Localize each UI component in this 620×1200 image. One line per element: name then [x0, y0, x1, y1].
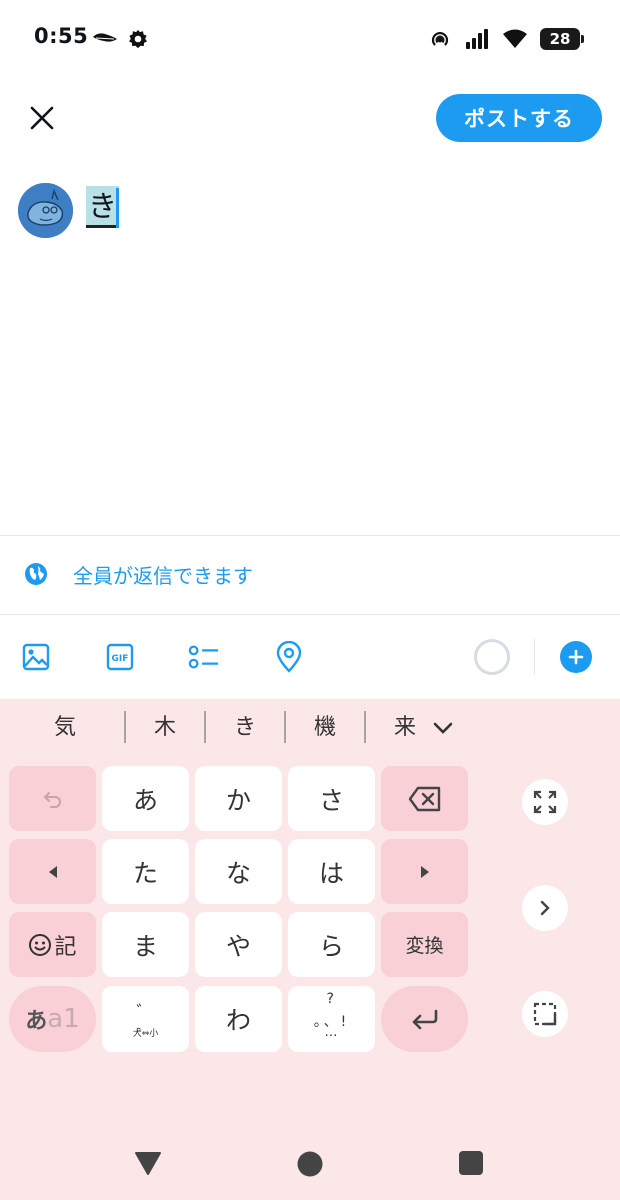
back-nav-icon[interactable]: [134, 1150, 162, 1176]
chevron-right-icon: [540, 900, 550, 916]
avatar[interactable]: [18, 183, 73, 238]
avatar-image: [18, 183, 73, 238]
convert-key[interactable]: 変換: [381, 912, 468, 977]
key-sa[interactable]: さ: [288, 766, 375, 831]
text-caret: [116, 188, 119, 228]
gif-icon: GIF: [106, 643, 134, 671]
gear-icon: [129, 29, 147, 49]
add-post-button[interactable]: [560, 641, 592, 673]
add-post-icon: [568, 649, 584, 665]
post-button[interactable]: ポストする: [436, 94, 602, 142]
key-ta[interactable]: た: [102, 839, 189, 904]
location-button[interactable]: [273, 641, 305, 673]
punct-ellipsis: …: [324, 1025, 338, 1040]
expand-icon: [533, 790, 557, 814]
globe-icon: [25, 563, 47, 585]
candidate-item[interactable]: 気: [25, 711, 105, 745]
dakuten-key[interactable]: ゛ ゜ 大⇔小: [102, 986, 189, 1052]
recents-nav-icon[interactable]: [458, 1150, 484, 1176]
app-notification-icon: [93, 33, 117, 42]
fullscreen-button[interactable]: [522, 779, 568, 825]
status-icons: 28: [428, 26, 584, 52]
size-toggle-label: 大⇔小: [132, 1029, 159, 1039]
battery-icon: 28: [540, 28, 584, 50]
enter-icon: [412, 1009, 437, 1030]
gif-button[interactable]: GIF: [104, 641, 136, 673]
next-button[interactable]: [522, 885, 568, 931]
selection-icon: [533, 1002, 557, 1026]
cursor-left-key[interactable]: [9, 839, 96, 904]
compose-toolbar: GIF: [0, 615, 620, 699]
key-na[interactable]: な: [195, 839, 282, 904]
punctuation-key[interactable]: ? 。、! …: [288, 986, 375, 1052]
punctuation-label: ? 。、! …: [307, 991, 357, 1047]
key-ka[interactable]: か: [195, 766, 282, 831]
reply-settings-label: 全員が返信できます: [73, 564, 253, 588]
mode-label-alnum: a1: [47, 1004, 80, 1034]
poll-icon: [188, 645, 219, 669]
key-ya[interactable]: や: [195, 912, 282, 977]
undo-key[interactable]: [9, 766, 96, 831]
right-arrow-icon: [420, 865, 429, 878]
status-time: 0:55: [34, 24, 89, 48]
left-arrow-icon: [48, 865, 57, 878]
undo-icon: [43, 791, 61, 808]
emoji-icon: [29, 933, 52, 956]
selection-button[interactable]: [522, 991, 568, 1037]
image-button[interactable]: [20, 641, 52, 673]
status-bar: 0:55 28: [0, 0, 620, 76]
backspace-icon: [408, 786, 440, 811]
input-mode-key[interactable]: あ a1: [9, 986, 96, 1052]
mode-label-kana: あ: [25, 1009, 48, 1034]
key-ma[interactable]: ま: [102, 912, 189, 977]
close-icon: [30, 106, 54, 130]
candidate-item[interactable]: 木: [125, 711, 205, 745]
dakuten-label: ゛ ゜ 大⇔小: [126, 996, 166, 1045]
character-count-ring: [474, 639, 510, 675]
key-wa[interactable]: わ: [195, 986, 282, 1052]
battery-level: 28: [549, 30, 571, 48]
compose-text-input[interactable]: き: [86, 186, 120, 228]
poll-button[interactable]: [188, 641, 220, 673]
emoji-kigo-key[interactable]: 記: [9, 912, 96, 977]
gif-label: GIF: [112, 654, 129, 664]
key-ra[interactable]: ら: [288, 912, 375, 977]
home-nav-icon[interactable]: [296, 1150, 324, 1178]
candidate-item[interactable]: き: [205, 711, 285, 745]
hotspot-icon: [431, 32, 449, 46]
candidate-item[interactable]: 機: [285, 711, 365, 745]
wifi-icon: [503, 29, 527, 48]
cursor-right-key[interactable]: [381, 839, 468, 904]
candidate-bar: 気 木 き 機 来: [0, 699, 620, 759]
enter-key[interactable]: [381, 986, 468, 1052]
chevron-down-icon[interactable]: [428, 713, 458, 743]
cell-signal-icon: [466, 29, 488, 49]
backspace-key[interactable]: [381, 766, 468, 831]
location-icon: [276, 641, 302, 673]
kigo-label: 記: [54, 934, 77, 960]
key-a[interactable]: あ: [102, 766, 189, 831]
image-icon: [22, 643, 50, 671]
close-button[interactable]: [22, 98, 62, 138]
key-ha[interactable]: は: [288, 839, 375, 904]
toolbar-divider: [534, 639, 535, 675]
punct-question: ?: [326, 991, 334, 1007]
reply-settings-button[interactable]: 全員が返信できます: [0, 536, 620, 614]
